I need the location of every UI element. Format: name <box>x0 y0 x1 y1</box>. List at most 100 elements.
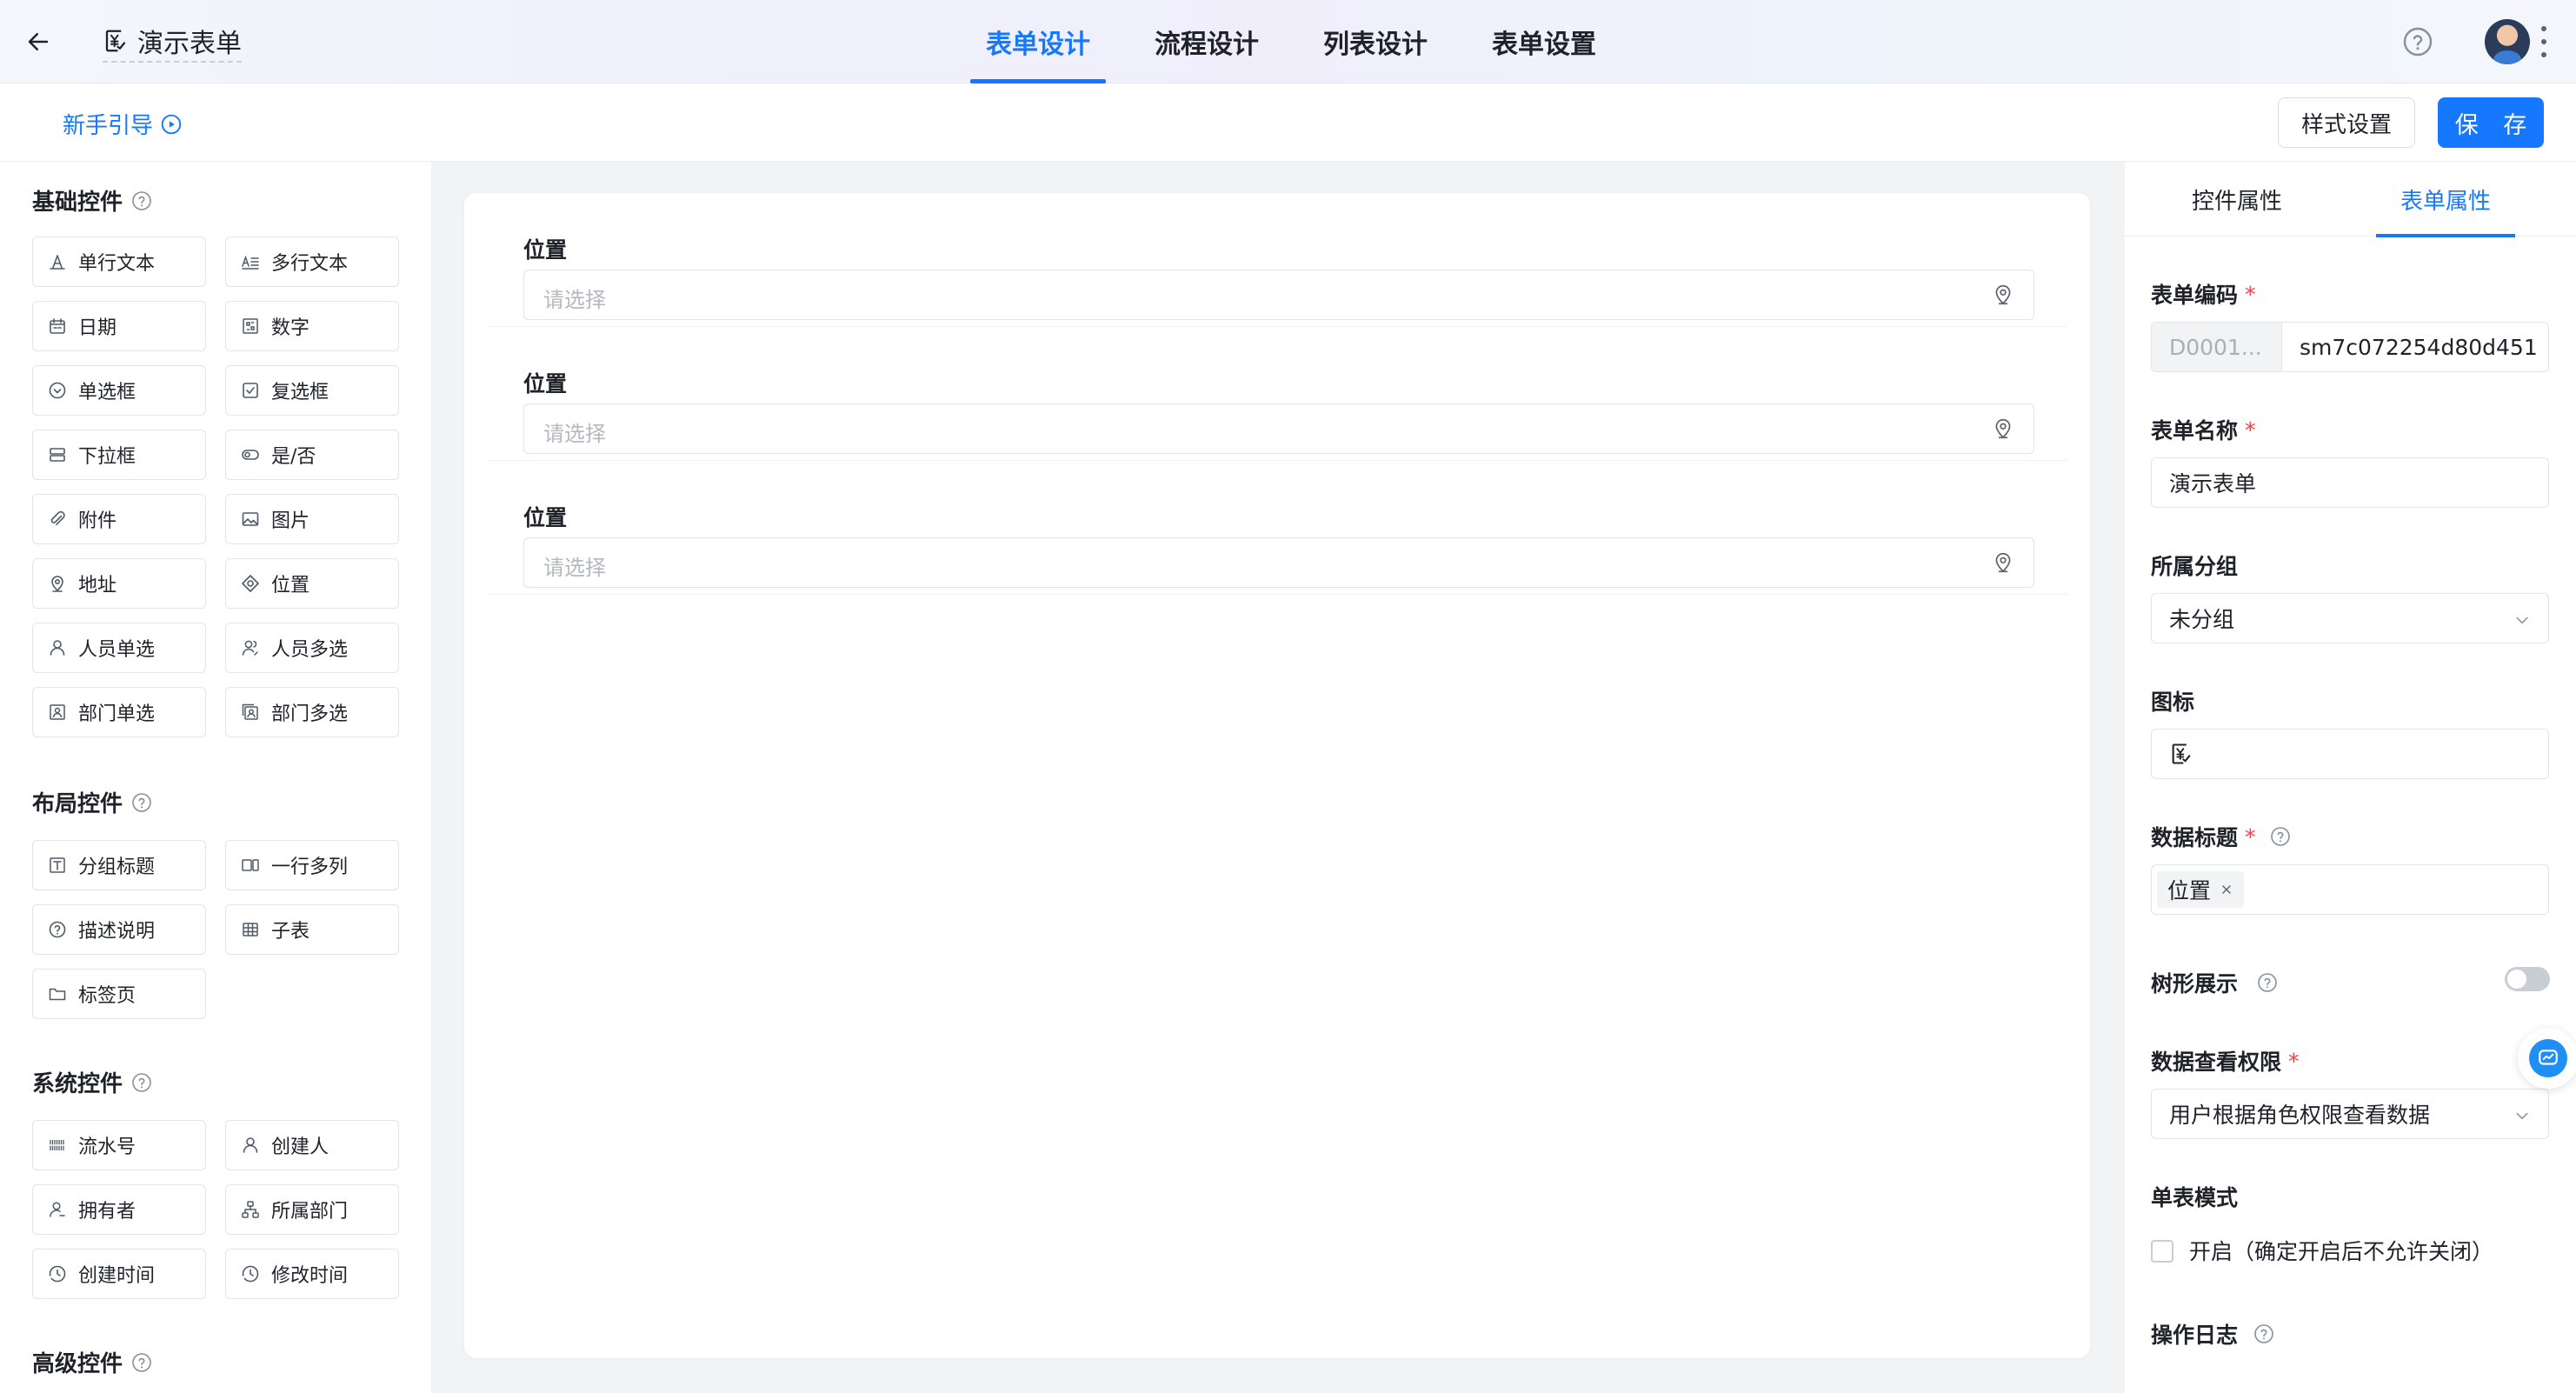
creator-icon <box>240 1135 261 1156</box>
field-label: 位置 <box>523 371 568 397</box>
help-icon[interactable] <box>2257 972 2278 993</box>
help-icon[interactable] <box>2253 1323 2274 1344</box>
section-basic-title: 基础控件 <box>32 190 123 216</box>
tab-form-design[interactable]: 表单设计 <box>970 0 1106 83</box>
tab-control-properties[interactable]: 控件属性 <box>2167 162 2306 237</box>
properties-panel: 控件属性 表单属性 表单编码 * D0001... sm7c072254d80d4… <box>2125 162 2576 1393</box>
control-user-multi[interactable]: 人员多选 <box>225 623 399 673</box>
help-icon[interactable] <box>2402 26 2433 57</box>
icon-label: 图标 <box>2151 690 2195 715</box>
control-address[interactable]: 地址 <box>32 558 206 609</box>
table-icon <box>240 919 261 940</box>
arrow-left-icon <box>28 33 49 50</box>
chat-icon <box>2539 1050 2558 1065</box>
control-user-single[interactable]: 人员单选 <box>32 623 206 673</box>
top-header: 演示表单 表单设计 流程设计 列表设计 表单设置 <box>0 0 2576 83</box>
placeholder-text: 请选择 <box>543 288 606 312</box>
control-creator[interactable]: 创建人 <box>225 1120 399 1170</box>
control-single-line-text[interactable]: 单行文本 <box>32 237 206 287</box>
form-code-field[interactable]: D0001... sm7c072254d80d451 <box>2151 322 2549 372</box>
icon-picker[interactable] <box>2151 729 2549 779</box>
main-tabs: 表单设计 流程设计 列表设计 表单设置 <box>970 0 1645 83</box>
control-owner[interactable]: 拥有者 <box>32 1184 206 1235</box>
columns-icon <box>240 855 261 876</box>
view-permission-select[interactable]: 用户根据角色权限查看数据 <box>2151 1089 2549 1139</box>
control-multi-column[interactable]: 一行多列 <box>225 840 399 890</box>
location-select[interactable]: 请选择 <box>523 403 2034 454</box>
form-code-value[interactable]: sm7c072254d80d451 <box>2300 323 2538 371</box>
multi-line-text-icon <box>240 251 261 272</box>
help-icon[interactable] <box>131 190 152 211</box>
tree-view-toggle[interactable] <box>2505 967 2550 991</box>
control-create-time[interactable]: 创建时间 <box>32 1249 206 1299</box>
user-icon <box>47 637 68 658</box>
location-select[interactable]: 请选择 <box>523 270 2034 320</box>
control-attachment[interactable]: 附件 <box>32 494 206 544</box>
description-icon <box>47 919 68 940</box>
chat-bubble-button[interactable] <box>2518 1028 2576 1089</box>
control-modify-time[interactable]: 修改时间 <box>225 1249 399 1299</box>
form-field-location[interactable]: 位置 请选择 <box>487 327 2067 461</box>
form-field-location[interactable]: 位置 请选择 <box>487 193 2067 327</box>
control-image[interactable]: 图片 <box>225 494 399 544</box>
form-code-label: 表单编码 * <box>2151 281 2256 309</box>
map-pin-icon <box>1992 417 2014 440</box>
group-select[interactable]: 未分组 <box>2151 593 2549 643</box>
single-mode-checkbox-label[interactable]: 开启（确定开启后不允许关闭） <box>2189 1235 2493 1266</box>
control-serial-number[interactable]: 流水号 <box>32 1120 206 1170</box>
chevron-down-icon <box>2513 1107 2531 1124</box>
tag-label: 位置 <box>2167 878 2212 903</box>
single-mode-label: 单表模式 <box>2151 1185 2239 1210</box>
control-radio[interactable]: 单选框 <box>32 365 206 416</box>
beginner-guide-label: 新手引导 <box>63 113 154 139</box>
style-settings-button[interactable]: 样式设置 <box>2278 97 2415 148</box>
form-name-label: 表单名称 * <box>2151 417 2256 444</box>
form-title[interactable]: 演示表单 <box>103 23 242 63</box>
required-mark: * <box>2288 1048 2300 1074</box>
control-number[interactable]: 数字 <box>225 301 399 351</box>
control-multi-line-text[interactable]: 多行文本 <box>225 237 399 287</box>
help-icon[interactable] <box>131 792 152 813</box>
save-button[interactable]: 保 存 <box>2438 97 2544 148</box>
control-location[interactable]: 位置 <box>225 558 399 609</box>
help-icon[interactable] <box>131 1352 152 1373</box>
back-button[interactable] <box>23 26 54 57</box>
control-checkbox[interactable]: 复选框 <box>225 365 399 416</box>
control-owner-department[interactable]: 所属部门 <box>225 1184 399 1235</box>
help-icon[interactable] <box>2270 826 2291 847</box>
control-sub-table[interactable]: 子表 <box>225 904 399 955</box>
data-title-select[interactable]: 位置 <box>2151 864 2549 915</box>
tab-form-properties[interactable]: 表单属性 <box>2376 162 2515 237</box>
control-yes-no[interactable]: 是/否 <box>225 430 399 480</box>
tab-flow-design[interactable]: 流程设计 <box>1139 0 1275 83</box>
location-select[interactable]: 请选择 <box>523 537 2034 588</box>
control-tab-page[interactable]: 标签页 <box>32 969 206 1019</box>
tab-form-settings[interactable]: 表单设置 <box>1476 0 1612 83</box>
design-canvas-area: 位置 请选择 位置 请选择 位置 请选择 <box>431 162 2125 1393</box>
tab-list-design[interactable]: 列表设计 <box>1308 0 1443 83</box>
close-icon[interactable] <box>2220 883 2233 896</box>
control-dropdown[interactable]: 下拉框 <box>32 430 206 480</box>
form-field-location[interactable]: 位置 请选择 <box>487 461 2067 595</box>
control-group-title[interactable]: 分组标题 <box>32 840 206 890</box>
control-date[interactable]: 日期 <box>32 301 206 351</box>
beginner-guide-link[interactable]: 新手引导 <box>63 108 183 140</box>
avatar[interactable] <box>2485 19 2530 64</box>
help-icon[interactable] <box>131 1072 152 1093</box>
section-basic-controls: 基础控件 <box>32 184 152 217</box>
properties-tabs: 控件属性 表单属性 <box>2125 162 2576 237</box>
more-menu-icon[interactable] <box>2539 26 2549 57</box>
location-target-icon <box>240 573 261 594</box>
group-label: 所属分组 <box>2151 554 2239 579</box>
single-mode-checkbox[interactable] <box>2151 1240 2173 1263</box>
map-pin-icon <box>1992 551 2014 574</box>
control-description[interactable]: 描述说明 <box>32 904 206 955</box>
paperclip-icon <box>47 509 68 530</box>
control-dept-multi[interactable]: 部门多选 <box>225 687 399 737</box>
view-permission-value: 用户根据角色权限查看数据 <box>2169 1103 2431 1128</box>
form-name-input[interactable]: 演示表单 <box>2151 457 2549 508</box>
departments-icon <box>240 702 261 723</box>
control-dept-single[interactable]: 部门单选 <box>32 687 206 737</box>
form-title-text: 演示表单 <box>137 29 242 59</box>
data-title-tag: 位置 <box>2157 871 2245 908</box>
